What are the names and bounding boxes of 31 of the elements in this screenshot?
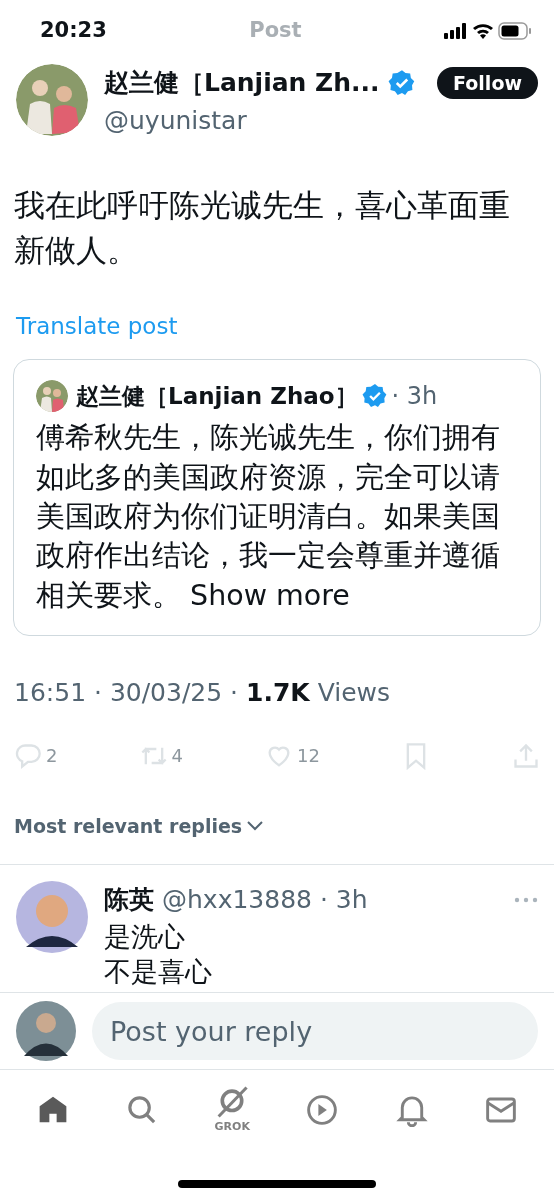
- quoted-author-name: 赵兰健［Lanjian Zhao］: [76, 382, 358, 412]
- author-name: 赵兰健［Lanjian Zh...: [104, 67, 380, 99]
- reply-author-name: 陈英: [104, 884, 154, 916]
- quoted-post-card[interactable]: 赵兰健［Lanjian Zhao］ · 3h 傅希秋先生，陈光诚先生，你们拥有如此多的美国政府资源，完全可以请美国政府为你们证明清白。如果美国政府作出结论，我一定会尊重并遵循相关要求。 Show more: [13, 359, 541, 636]
- quoted-post-time: · 3h: [391, 381, 438, 413]
- post-text: 我在此呼吁陈光诚先生，喜心革面重新做人。: [13, 186, 511, 270]
- action-count: 4: [171, 744, 183, 768]
- action-count: 12: [297, 744, 320, 768]
- avatar[interactable]: [16, 1001, 76, 1061]
- play-icon[interactable]: [305, 1093, 340, 1127]
- author-handle: @uyunistar: [104, 104, 248, 137]
- page-title: Post: [249, 17, 302, 45]
- chevron-down-icon[interactable]: [246, 819, 265, 832]
- avatar: [36, 380, 68, 413]
- reply-text-line: 是洗心: [104, 919, 186, 954]
- action-count: 2: [46, 744, 58, 768]
- battery-icon: [498, 22, 532, 40]
- post-meta: 16:51 · 30/03/25 · 1.7K Views: [13, 677, 391, 709]
- bell-icon[interactable]: [394, 1093, 429, 1127]
- grok-tab[interactable]: GROK: [214, 1084, 250, 1136]
- follow-button[interactable]: Follow: [437, 66, 538, 99]
- sort-label[interactable]: Most relevant replies: [14, 811, 243, 840]
- reply-handle: @hxx13888 · 3h: [162, 884, 368, 916]
- reply-text-line: 不是喜心: [104, 954, 213, 989]
- reply-field[interactable]: Post your reply: [92, 1002, 538, 1060]
- signal-icon: [444, 23, 468, 39]
- status-time: 20:23: [40, 17, 107, 45]
- show-more-link[interactable]: Show more: [190, 578, 350, 612]
- wifi-icon: [472, 23, 494, 39]
- avatar[interactable]: [16, 881, 88, 953]
- quoted-post-text: 傅希秋先生，陈光诚先生，你们拥有如此多的美国政府资源，完全可以请美国政府为你们证明清白。如果美国政府作出结论，我一定会尊重并遵循相关要求。 Show more: [36, 420, 501, 614]
